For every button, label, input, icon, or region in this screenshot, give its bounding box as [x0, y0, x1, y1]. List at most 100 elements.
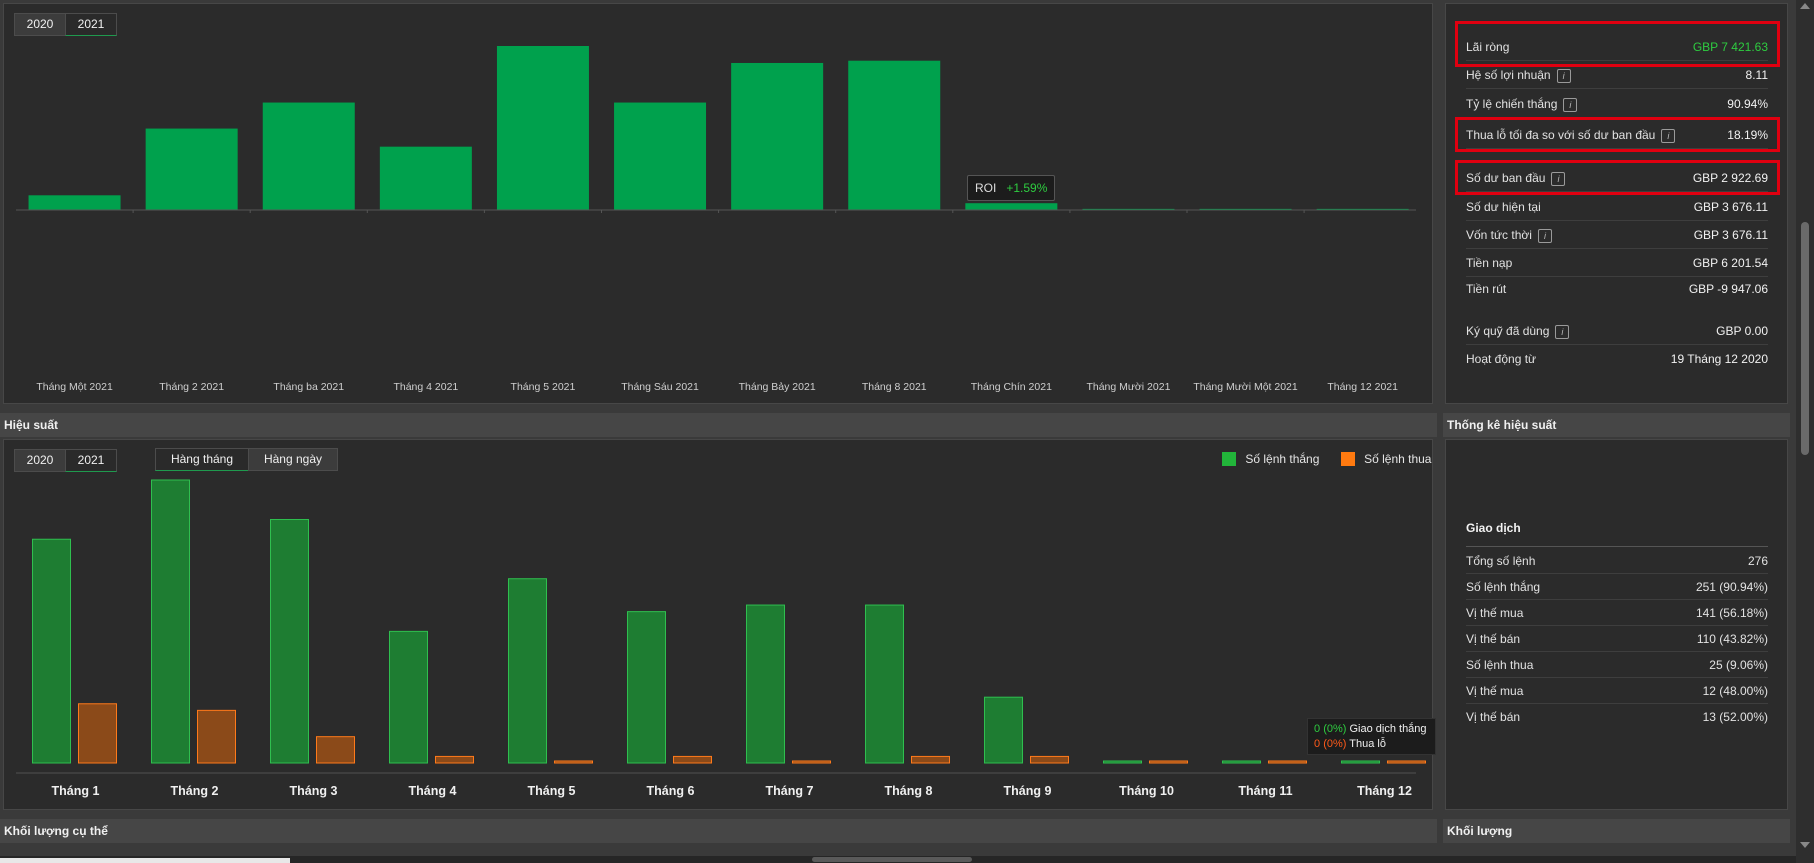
win-rate-value: 90.94%: [1727, 97, 1768, 111]
loss-bar[interactable]: [1387, 760, 1426, 764]
win-rate-label: Tỷ lệ chiến thắng: [1466, 97, 1558, 111]
win-rate-row: Tỷ lệ chiến thắng i 90.94%: [1466, 90, 1768, 118]
loss-bar[interactable]: [673, 755, 712, 764]
perf-x-label: Tháng 1: [52, 784, 100, 798]
net-profit-highlight: [1455, 21, 1780, 67]
margin-used-label: Ký quỹ đã dùng: [1466, 324, 1550, 338]
roi-bar[interactable]: [145, 128, 238, 210]
equity-label: Vốn tức thời: [1466, 228, 1532, 242]
page-progress-bar: [0, 858, 290, 863]
current-balance-value: GBP 3 676.11: [1693, 200, 1768, 214]
trades-stat-label: Số lệnh thắng: [1466, 580, 1541, 594]
deposits-row: Tiền nạp GBP 6 201.54: [1466, 249, 1768, 277]
perf-stats-header: Thống kê hiệu suất: [1443, 413, 1790, 437]
loss-bar[interactable]: [911, 755, 950, 764]
current-balance-row: Số dư hiện tại GBP 3 676.11: [1466, 193, 1768, 221]
roi-panel: 2020 2021 Tháng Một 2021 Tháng 2 2021 Thán…: [3, 3, 1433, 404]
win-bar[interactable]: [1103, 760, 1142, 764]
horizontal-scrollbar[interactable]: [0, 856, 1796, 863]
scroll-up-arrow[interactable]: [1800, 3, 1810, 9]
loss-bar[interactable]: [316, 736, 355, 764]
trades-stat-row: Số lệnh thua 25 (9.06%): [1466, 652, 1768, 678]
roi-bar[interactable]: [262, 102, 355, 210]
roi-x-label: Tháng ba 2021: [273, 381, 344, 393]
trades-stat-row: Vị thế bán 110 (43.82%): [1466, 626, 1768, 652]
equity-value: GBP 3 676.11: [1693, 228, 1768, 242]
perf-x-label: Tháng 8: [885, 784, 933, 798]
trades-stat-value: 251 (90.94%): [1695, 580, 1768, 594]
volume-header: Khối lượng: [1443, 819, 1790, 843]
win-bar[interactable]: [627, 611, 666, 764]
perf-x-label: Tháng 7: [766, 784, 814, 798]
margin-used-row: Ký quỹ đã dùng i GBP 0.00: [1466, 317, 1768, 345]
roi-bar[interactable]: [731, 62, 824, 211]
trades-stat-label: Vị thế mua: [1466, 684, 1524, 698]
performance-header: Hiệu suất: [0, 413, 1437, 437]
trades-stat-value: 13 (52.00%): [1702, 710, 1768, 724]
win-bar[interactable]: [270, 518, 309, 764]
roi-tooltip-value: +1.59%: [1006, 181, 1048, 195]
loss-bar[interactable]: [1030, 755, 1069, 764]
win-bar[interactable]: [865, 604, 904, 764]
loss-bar[interactable]: [1149, 760, 1188, 764]
perf-x-label: Tháng 9: [1004, 784, 1052, 798]
max-drawdown-highlight: [1455, 117, 1780, 152]
profit-factor-label: Hệ số lợi nhuận: [1466, 68, 1551, 82]
loss-bar[interactable]: [554, 760, 593, 764]
info-icon[interactable]: i: [1556, 68, 1571, 83]
roi-bar[interactable]: [614, 102, 707, 210]
win-bar[interactable]: [389, 630, 428, 764]
loss-bar[interactable]: [435, 755, 474, 764]
roi-x-label: Tháng 4 2021: [393, 381, 458, 393]
info-icon[interactable]: i: [1537, 228, 1552, 243]
trades-stat-value: 25 (9.06%): [1709, 658, 1768, 672]
margin-used-value: GBP 0.00: [1716, 324, 1768, 338]
loss-bar[interactable]: [1268, 760, 1307, 764]
deposits-value: GBP 6 201.54: [1692, 256, 1768, 270]
trades-stat-row: Số lệnh thắng 251 (90.94%): [1466, 574, 1768, 600]
trades-stat-label: Vị thế mua: [1466, 606, 1524, 620]
roi-bar[interactable]: [28, 195, 121, 210]
roi-x-label: Tháng 2 2021: [159, 381, 224, 393]
vertical-scroll-thumb[interactable]: [1801, 222, 1809, 455]
active-since-row: Hoạt động từ 19 Tháng 12 2020: [1466, 345, 1768, 373]
roi-bar[interactable]: [379, 146, 472, 210]
info-icon[interactable]: i: [1555, 324, 1570, 339]
win-bar[interactable]: [1341, 760, 1380, 764]
current-balance-label: Số dư hiện tại: [1466, 200, 1541, 214]
win-bar[interactable]: [151, 479, 190, 764]
perf-x-label: Tháng 6: [647, 784, 695, 798]
roi-chart: Tháng Một 2021 Tháng 2 2021 Tháng ba 2021 T…: [16, 46, 1416, 393]
win-bar[interactable]: [984, 696, 1023, 764]
roi-bar[interactable]: [848, 60, 941, 211]
tooltip-win-count: 0: [1314, 723, 1321, 735]
active-since-label: Hoạt động từ: [1466, 352, 1537, 366]
perf-tooltip: 0 (0%) Giao dịch thắng 0 (0%) Thua lỗ: [1307, 718, 1436, 755]
roi-tooltip: ROI +1.59%: [967, 175, 1056, 201]
win-bar[interactable]: [32, 538, 71, 764]
scroll-down-arrow[interactable]: [1800, 842, 1810, 848]
loss-bar[interactable]: [792, 760, 831, 764]
win-bar[interactable]: [746, 604, 785, 764]
perf-x-label: Tháng 4: [409, 784, 457, 798]
roi-x-label: Tháng Sáu 2021: [621, 381, 699, 393]
roi-x-label: Tháng Bảy 2021: [739, 381, 816, 393]
perf-x-label: Tháng 12: [1357, 784, 1412, 798]
info-icon[interactable]: i: [1563, 97, 1578, 112]
volume-detail-header: Khối lượng cụ thể: [0, 819, 1437, 843]
horizontal-scroll-thumb[interactable]: [812, 857, 972, 862]
roi-bar[interactable]: [965, 203, 1058, 210]
tooltip-loss-pct: (0%): [1323, 738, 1347, 750]
vertical-scrollbar[interactable]: [1796, 0, 1814, 863]
win-bar[interactable]: [508, 578, 547, 764]
withdrawals-row: Tiền rút GBP -9 947.06: [1466, 275, 1768, 303]
win-bar[interactable]: [1222, 760, 1261, 764]
trades-stat-row: Vị thế bán 13 (52.00%): [1466, 704, 1768, 730]
roi-bar[interactable]: [496, 46, 589, 210]
roi-x-label: Tháng 8 2021: [862, 381, 927, 393]
loss-bar[interactable]: [197, 709, 236, 764]
tooltip-loss-label: Thua lỗ: [1349, 738, 1386, 750]
loss-bar[interactable]: [78, 703, 117, 764]
trades-stat-value: 110 (43.82%): [1696, 632, 1768, 646]
trades-stat-label: Số lệnh thua: [1466, 658, 1534, 672]
